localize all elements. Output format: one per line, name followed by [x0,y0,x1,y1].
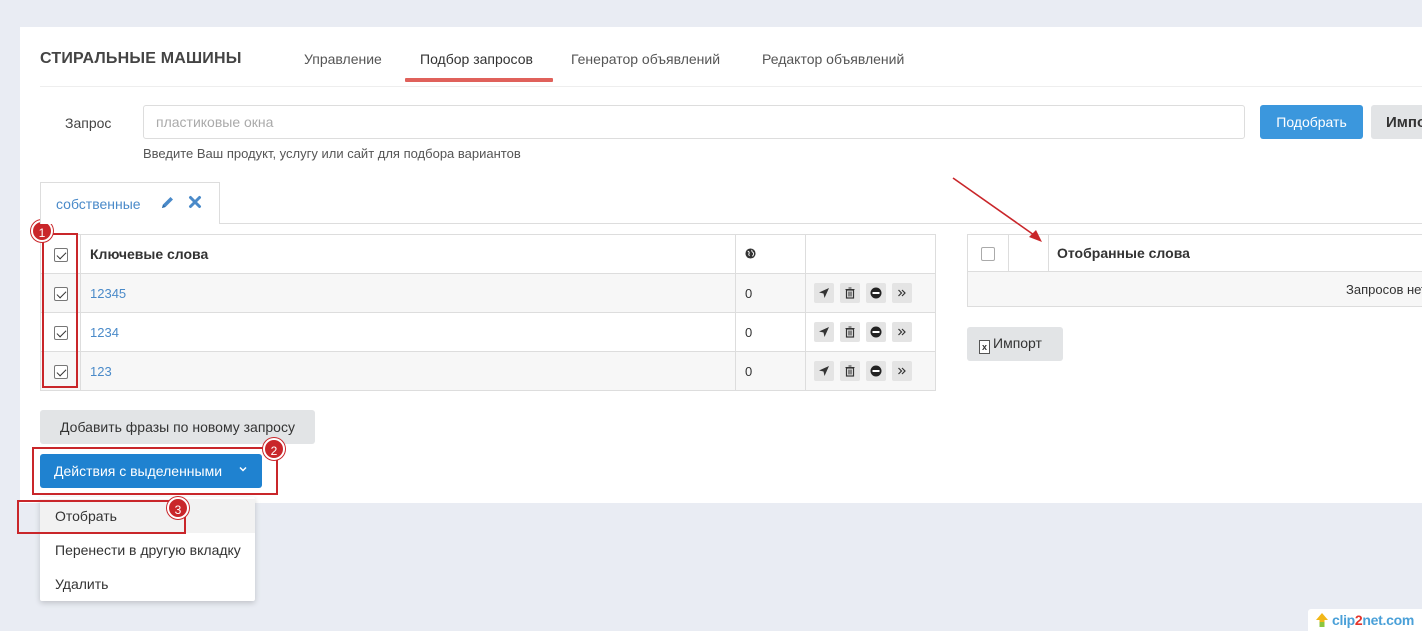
annotation-arrow [952,177,1042,242]
query-hint: Введите Ваш продукт, услугу или сайт для… [143,146,521,161]
keyword-link[interactable]: 1234 [80,312,736,352]
menu-item-move-to-tab[interactable]: Перенести в другую вкладку [40,533,255,567]
import-button-label: Импорт [993,334,1042,351]
query-input[interactable] [143,105,1245,139]
actions-column-header [805,234,936,274]
tab-management[interactable]: Управление [304,51,382,67]
submit-query-button[interactable]: Подобрать [1260,105,1363,139]
import-button[interactable]: x Импорт [967,327,1063,361]
page-title: СТИРАЛЬНЫЕ МАШИНЫ [40,50,242,67]
active-tab-indicator [405,78,553,82]
tab-ad-generator[interactable]: Генератор объявлений [571,51,720,67]
minus-circle-icon[interactable] [866,283,886,303]
tab-query-selection[interactable]: Подбор запросов [420,51,533,67]
frequency-column-header [735,234,806,274]
row-actions [805,351,936,391]
excel-icon: x [979,339,990,354]
watermark-text: clip2net.com [1332,612,1414,628]
table-row: Запросов нет [967,271,1422,307]
keyword-count: 0 [735,273,806,313]
table-row: 123 0 [40,351,936,391]
double-chevron-icon[interactable] [892,322,912,342]
import-top-button[interactable]: Импорт [1371,105,1422,139]
keyword-link[interactable]: 12345 [80,273,736,313]
keyword-count: 0 [735,351,806,391]
close-icon[interactable] [188,195,202,214]
table-row: 1234 0 [40,312,936,352]
annotation-box-2 [32,447,278,495]
keyword-link[interactable]: 123 [80,351,736,391]
clip-logo-icon [1316,613,1328,627]
double-chevron-icon[interactable] [892,361,912,381]
keyword-count: 0 [735,312,806,352]
table-header-row: Ключевые слова [40,234,936,274]
empty-message: Запросов нет [967,271,1422,307]
minus-circle-icon[interactable] [866,322,886,342]
selected-words-header: Отобранные слова [1048,234,1422,272]
globe-icon [745,247,756,259]
tab-ad-editor[interactable]: Редактор объявлений [762,51,904,67]
pencil-icon[interactable] [160,195,175,215]
annotation-marker-2: 2 [263,438,285,460]
main-panel: СТИРАЛЬНЫЕ МАШИНЫ Управление Подбор запр… [20,27,1422,503]
row-actions [805,273,936,313]
query-label: Запрос [65,115,112,131]
keywords-column-header: Ключевые слова [80,234,736,274]
navigate-icon[interactable] [814,361,834,381]
annotation-box-1 [42,233,78,388]
minus-circle-icon[interactable] [866,361,886,381]
subtab-own[interactable]: собственные [40,182,220,224]
double-chevron-icon[interactable] [892,283,912,303]
keywords-table: Ключевые слова 12345 0 1234 0 123 0 [40,234,936,391]
subtab-divider [40,223,1422,224]
table-row: 12345 0 [40,273,936,313]
trash-icon[interactable] [840,283,860,303]
watermark: clip2net.com [1308,609,1422,631]
menu-item-delete[interactable]: Удалить [40,567,255,601]
navigate-icon[interactable] [814,322,834,342]
row-actions [805,312,936,352]
annotation-marker-3: 3 [167,497,189,519]
trash-icon[interactable] [840,322,860,342]
annotation-box-3 [17,500,186,534]
subtab-own-label: собственные [56,196,141,212]
trash-icon[interactable] [840,361,860,381]
navigate-icon[interactable] [814,283,834,303]
header-divider [40,86,1422,87]
